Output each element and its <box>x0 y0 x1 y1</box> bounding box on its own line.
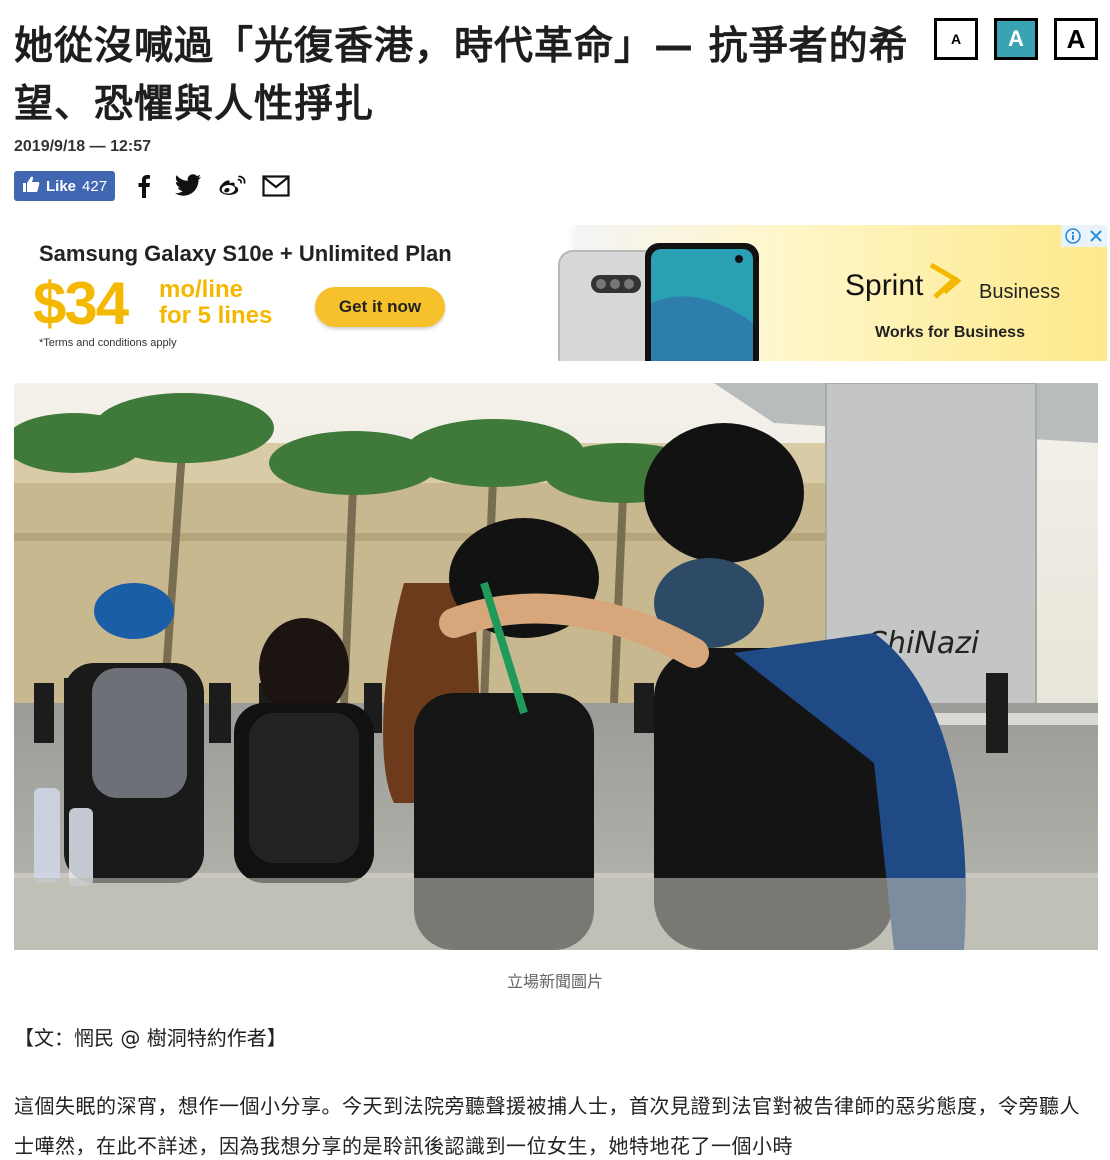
publish-date: 2019/9/18 — 12:57 <box>14 138 151 155</box>
facebook-icon[interactable] <box>129 171 159 201</box>
font-size-medium-button[interactable]: A <box>994 18 1038 60</box>
article-paragraph: 這個失眠的深宵，想作一個小分享。今天到法院旁聽聲援被捕人士，首次見證到法官對被告… <box>14 1094 1080 1158</box>
font-size-controls: A A A <box>934 18 1098 60</box>
article-photo: ChiNazi <box>14 383 1098 950</box>
ad-headline: Samsung Galaxy S10e + Unlimited Plan <box>39 241 452 266</box>
font-size-small-button[interactable]: A <box>934 18 978 60</box>
ad-brand-suffix: Business <box>979 281 1061 303</box>
ad-price-unit: mo/line <box>159 276 244 303</box>
facebook-like-button[interactable]: Like 427 <box>14 171 116 201</box>
ad-info-icon[interactable] <box>1061 225 1084 247</box>
ad-price-lines: for 5 lines <box>159 302 273 329</box>
weibo-icon[interactable] <box>217 171 247 201</box>
twitter-icon[interactable] <box>173 171 203 201</box>
ad-tagline: Works for Business <box>875 324 1025 341</box>
font-size-large-button[interactable]: A <box>1054 18 1098 60</box>
advertisement-banner[interactable]: Samsung Galaxy S10e + Unlimited Plan $34… <box>27 225 1107 361</box>
photo-caption: 立場新聞圖片 <box>506 972 603 991</box>
ad-phone-image <box>558 243 759 361</box>
sprint-logo-icon <box>929 262 962 299</box>
article-title: 她從沒喊過「光復香港，時代革命」— 抗爭者的希望、恐懼與人性掙扎 <box>14 24 909 127</box>
ad-brand-logo: Sprint <box>845 269 924 302</box>
like-label: Like <box>46 177 77 195</box>
ad-cta-button[interactable]: Get it now <box>315 287 445 327</box>
ad-close-icon[interactable] <box>1084 225 1107 247</box>
thumbs-up-icon <box>22 175 40 197</box>
article-byline: 【文：惘民 @ 樹洞特約作者】 <box>14 1026 287 1050</box>
ad-controls <box>1061 225 1107 247</box>
share-bar: Like 427 <box>14 171 291 201</box>
like-count: 427 <box>82 177 108 195</box>
email-icon[interactable] <box>261 171 291 201</box>
ad-price-detail: mo/line for 5 lines <box>159 277 272 329</box>
ad-price: $34 <box>33 270 129 337</box>
ad-terms: *Terms and conditions apply <box>39 337 177 349</box>
